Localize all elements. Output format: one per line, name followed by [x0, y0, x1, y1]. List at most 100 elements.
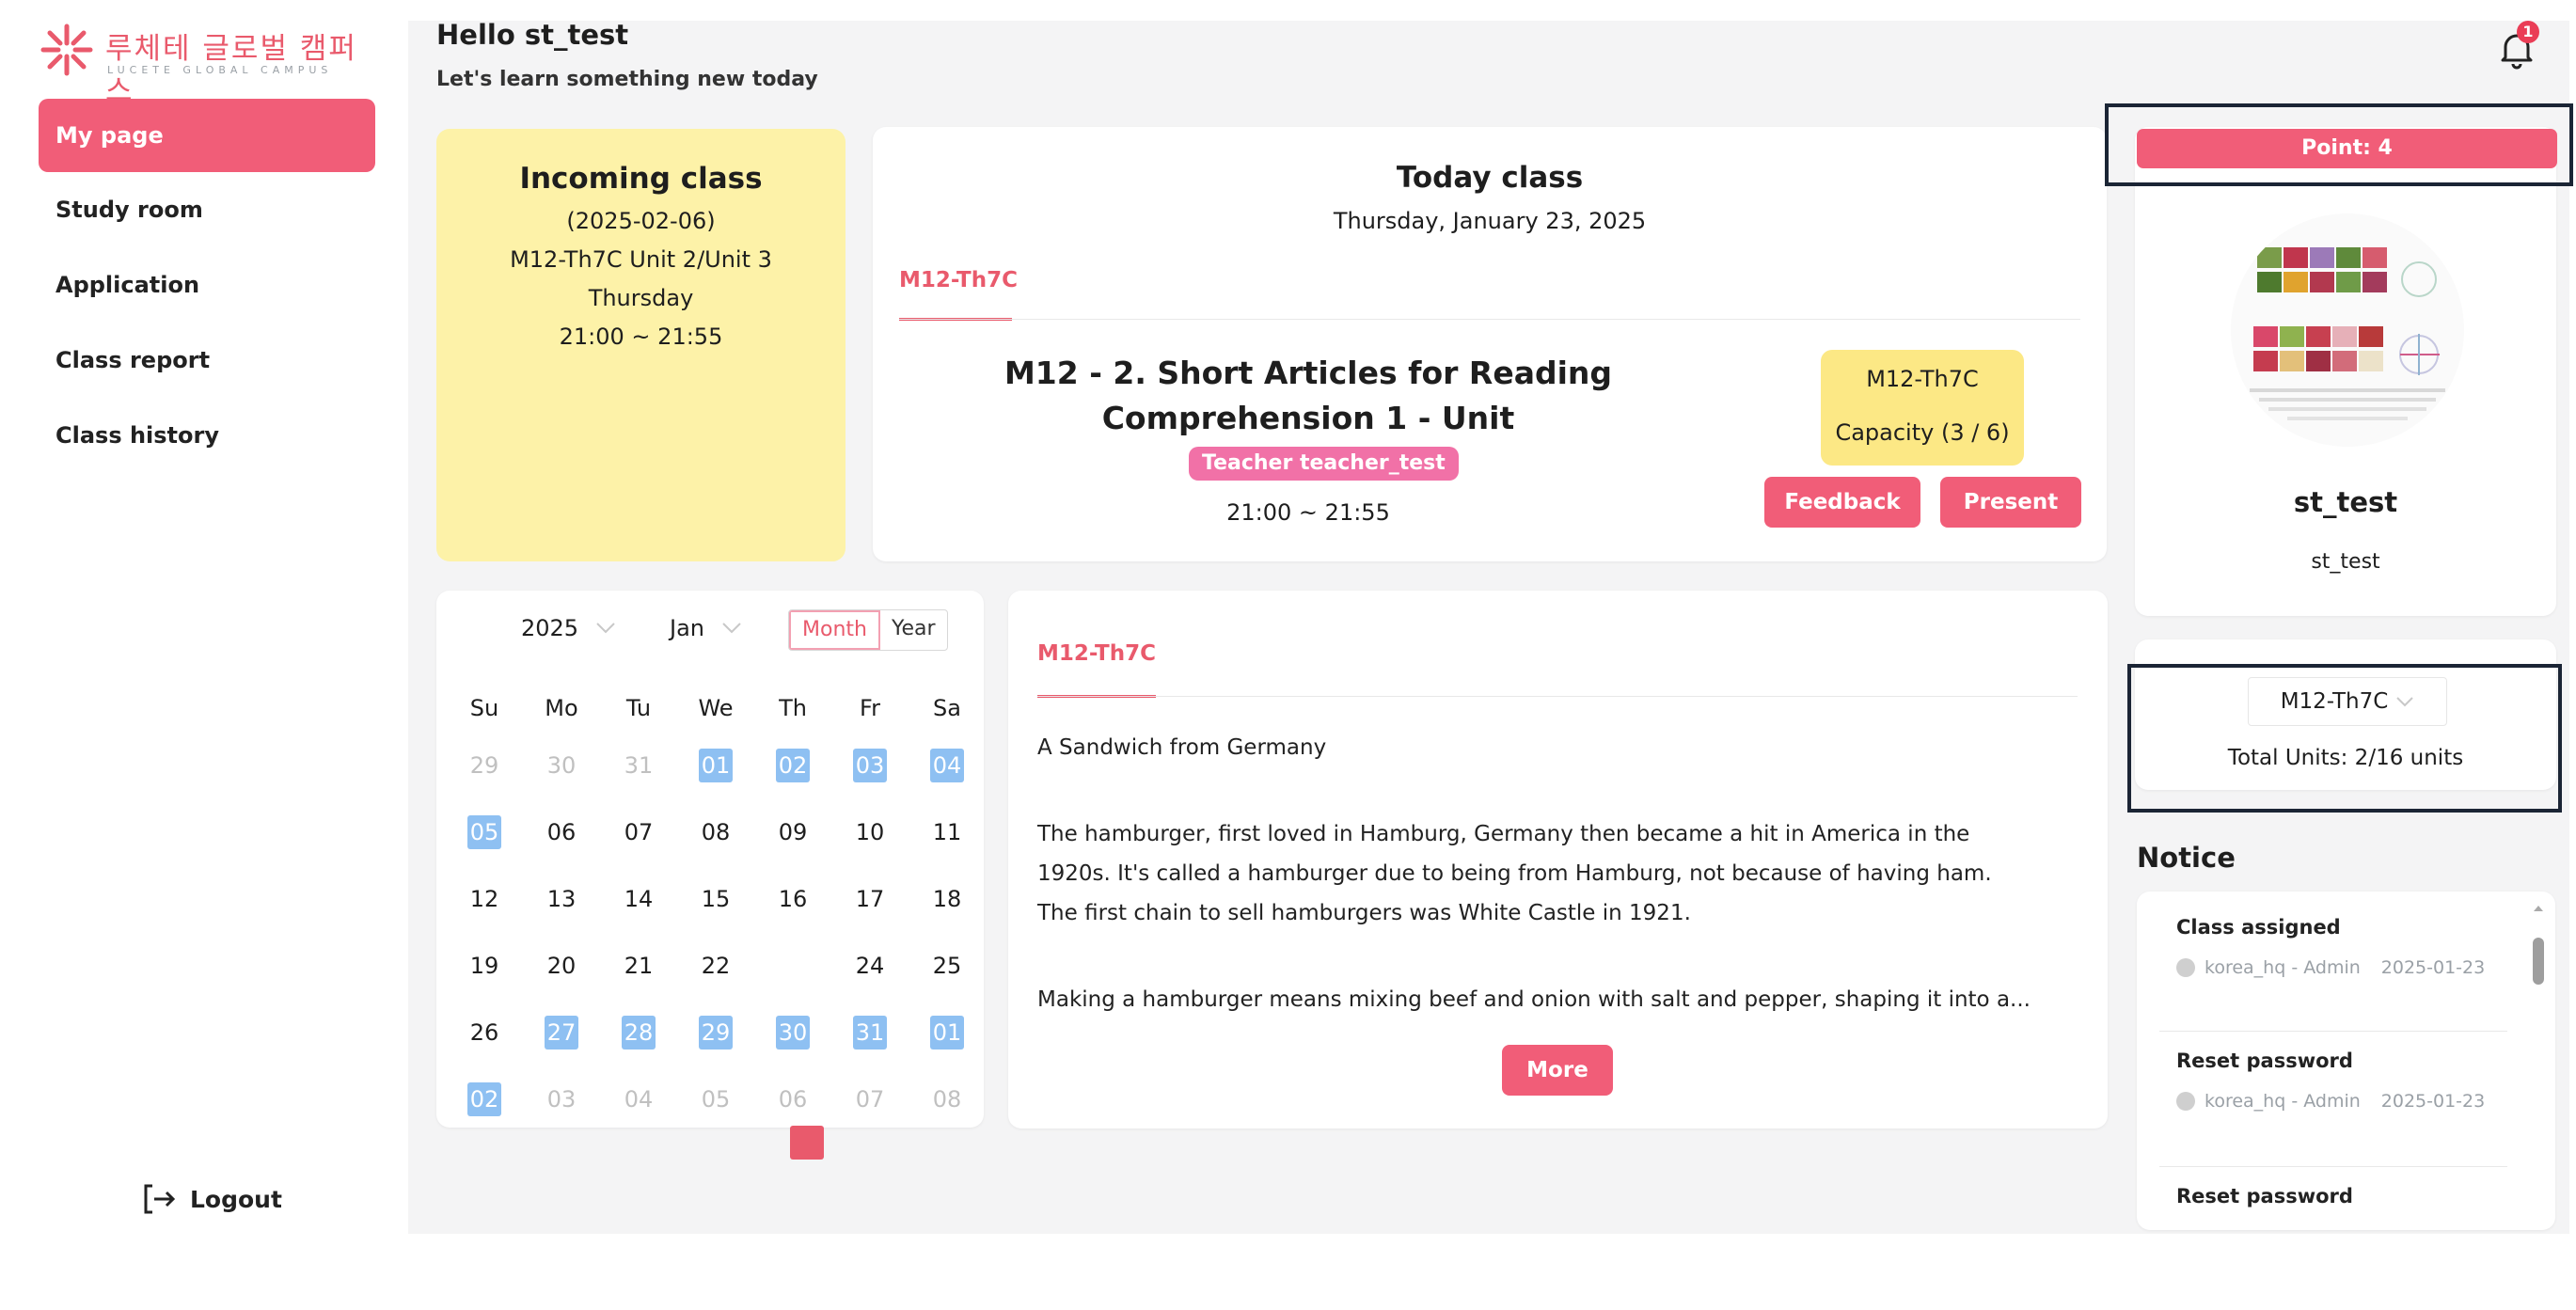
- calendar-day[interactable]: 11: [909, 815, 986, 849]
- sidebar-item-application[interactable]: Application: [39, 247, 375, 323]
- calendar-day-number: 29: [469, 751, 499, 779]
- scroll-up-icon[interactable]: [2532, 902, 2545, 915]
- lucete-logo-icon: [40, 24, 93, 76]
- brand-logo[interactable]: 루체테 글로벌 캠퍼스 LUCETE GLOBAL CAMPUS: [38, 21, 376, 108]
- calendar-day-number: 01: [930, 1015, 964, 1050]
- calendar-day[interactable]: 02: [754, 748, 831, 782]
- calendar-day[interactable]: 30: [754, 1015, 831, 1050]
- today-class-card: Today class Thursday, January 23, 2025 M…: [873, 127, 2107, 561]
- calendar-day-number: 27: [545, 1015, 578, 1050]
- tab-divider: [1037, 696, 2078, 697]
- calendar-day-number: 04: [930, 748, 964, 782]
- calendar-day[interactable]: 02: [446, 1081, 523, 1116]
- article-paragraph-2: Making a hamburger means mixing beef and…: [1037, 987, 2031, 1012]
- sidebar-item-my-page[interactable]: My page: [39, 99, 375, 172]
- calendar-day[interactable]: 20: [523, 949, 600, 983]
- calendar-day[interactable]: 04: [909, 748, 986, 782]
- sidebar-item-study-room[interactable]: Study room: [39, 172, 375, 247]
- calendar-day[interactable]: 06: [754, 1082, 831, 1160]
- calendar-day[interactable]: 28: [600, 1015, 677, 1050]
- notice-divider: [2159, 1031, 2507, 1032]
- calendar-day-number: 25: [932, 952, 962, 979]
- greeting-title: Hello st_test: [436, 19, 629, 51]
- calendar-day[interactable]: 15: [677, 882, 754, 916]
- tab-today-class[interactable]: M12-Th7C: [899, 268, 1018, 292]
- view-month-button[interactable]: Month: [789, 610, 880, 650]
- calendar-day-number: 06: [778, 1085, 808, 1113]
- calendar-day[interactable]: 03: [831, 748, 909, 782]
- calendar-day[interactable]: 26: [446, 1016, 523, 1050]
- calendar-day-number: 31: [624, 751, 654, 779]
- month-select[interactable]: Jan: [670, 615, 742, 641]
- notice-item[interactable]: Reset password: [2176, 1185, 2353, 1207]
- present-button[interactable]: Present: [1940, 477, 2081, 528]
- calendar-day-number: 14: [624, 885, 654, 912]
- calendar-day-number: 07: [855, 1085, 885, 1113]
- tab-article-class[interactable]: M12-Th7C: [1037, 641, 1156, 666]
- calendar-day[interactable]: 05: [677, 1082, 754, 1116]
- calendar-day[interactable]: 22: [677, 949, 754, 983]
- calendar-day[interactable]: 06: [523, 815, 600, 849]
- calendar-day[interactable]: 25: [909, 949, 986, 983]
- year-select[interactable]: 2025: [521, 615, 616, 641]
- calendar-day[interactable]: 08: [909, 1082, 986, 1116]
- incoming-class-name: M12-Th7C Unit 2/Unit 3: [510, 246, 772, 273]
- calendar-day[interactable]: 03: [523, 1082, 600, 1116]
- calendar-day[interactable]: 24: [831, 949, 909, 983]
- calendar-week: 19202122232425: [446, 875, 1683, 999]
- calendar-day[interactable]: 29: [446, 749, 523, 782]
- weekday-header: Su Mo Tu We Th Fr Sa: [446, 685, 986, 732]
- calendar-day[interactable]: 05: [446, 814, 523, 849]
- notification-button[interactable]: 1: [2490, 21, 2543, 73]
- sidebar-item-class-report[interactable]: Class report: [39, 323, 375, 398]
- units-highlight-frame: [2127, 664, 2562, 813]
- calendar-day[interactable]: 19: [446, 949, 523, 983]
- calendar-day[interactable]: 14: [600, 882, 677, 916]
- calendar-day[interactable]: 31: [600, 749, 677, 782]
- calendar-day[interactable]: 07: [831, 1082, 909, 1116]
- calendar-day-number: 17: [855, 885, 885, 912]
- calendar-day-number: 05: [701, 1085, 731, 1113]
- weekday-label: Su: [469, 695, 499, 721]
- calendar-day-number: 21: [624, 952, 654, 979]
- feedback-button[interactable]: Feedback: [1764, 477, 1920, 528]
- calendar-day[interactable]: 21: [600, 949, 677, 983]
- notice-item[interactable]: Class assigned korea_hq - Admin 2025-01-…: [2176, 916, 2485, 978]
- calendar-day[interactable]: 18: [909, 882, 986, 916]
- calendar-day-number: 24: [855, 952, 885, 979]
- notice-item-title: Reset password: [2176, 1050, 2353, 1072]
- calendar-day[interactable]: 10: [831, 815, 909, 849]
- calendar-day[interactable]: 04: [600, 1082, 677, 1116]
- notice-scrollbar[interactable]: [2532, 901, 2545, 1221]
- calendar-day-number: 08: [932, 1085, 962, 1113]
- calendar-day[interactable]: 29: [677, 1015, 754, 1050]
- calendar-day-number: 07: [624, 818, 654, 845]
- calendar-day[interactable]: 08: [677, 815, 754, 849]
- calendar-day[interactable]: 31: [831, 1015, 909, 1050]
- notice-item[interactable]: Reset password korea_hq - Admin 2025-01-…: [2176, 1050, 2485, 1112]
- calendar-day-number: 29: [699, 1015, 733, 1050]
- calendar-day[interactable]: 17: [831, 882, 909, 916]
- calendar-day-number: 01: [699, 748, 733, 782]
- profile-id: st_test: [2311, 550, 2380, 574]
- view-year-button[interactable]: Year: [880, 610, 947, 646]
- incoming-date: (2025-02-06): [566, 208, 716, 234]
- more-button[interactable]: More: [1502, 1045, 1613, 1096]
- sidebar-item-class-history[interactable]: Class history: [39, 398, 375, 473]
- calendar-day[interactable]: 27: [523, 1015, 600, 1050]
- calendar-day[interactable]: 01: [909, 1015, 986, 1050]
- logout-button[interactable]: Logout: [143, 1183, 282, 1215]
- calendar-day[interactable]: 16: [754, 882, 831, 916]
- calendar-day[interactable]: 01: [677, 748, 754, 782]
- scrollbar-thumb[interactable]: [2533, 938, 2544, 985]
- greeting: Hello st_test Let's learn something new …: [436, 19, 818, 91]
- incoming-time: 21:00 ~ 21:55: [559, 324, 723, 350]
- weekday-label: Th: [779, 695, 807, 721]
- calendar-day[interactable]: 30: [523, 749, 600, 782]
- calendar-day[interactable]: 13: [523, 882, 600, 916]
- calendar-day[interactable]: 12: [446, 882, 523, 916]
- weekday-label: Sa: [933, 695, 961, 721]
- calendar-day[interactable]: 07: [600, 815, 677, 849]
- calendar-day[interactable]: 09: [754, 815, 831, 849]
- notice-item-author: korea_hq - Admin: [2205, 1091, 2361, 1112]
